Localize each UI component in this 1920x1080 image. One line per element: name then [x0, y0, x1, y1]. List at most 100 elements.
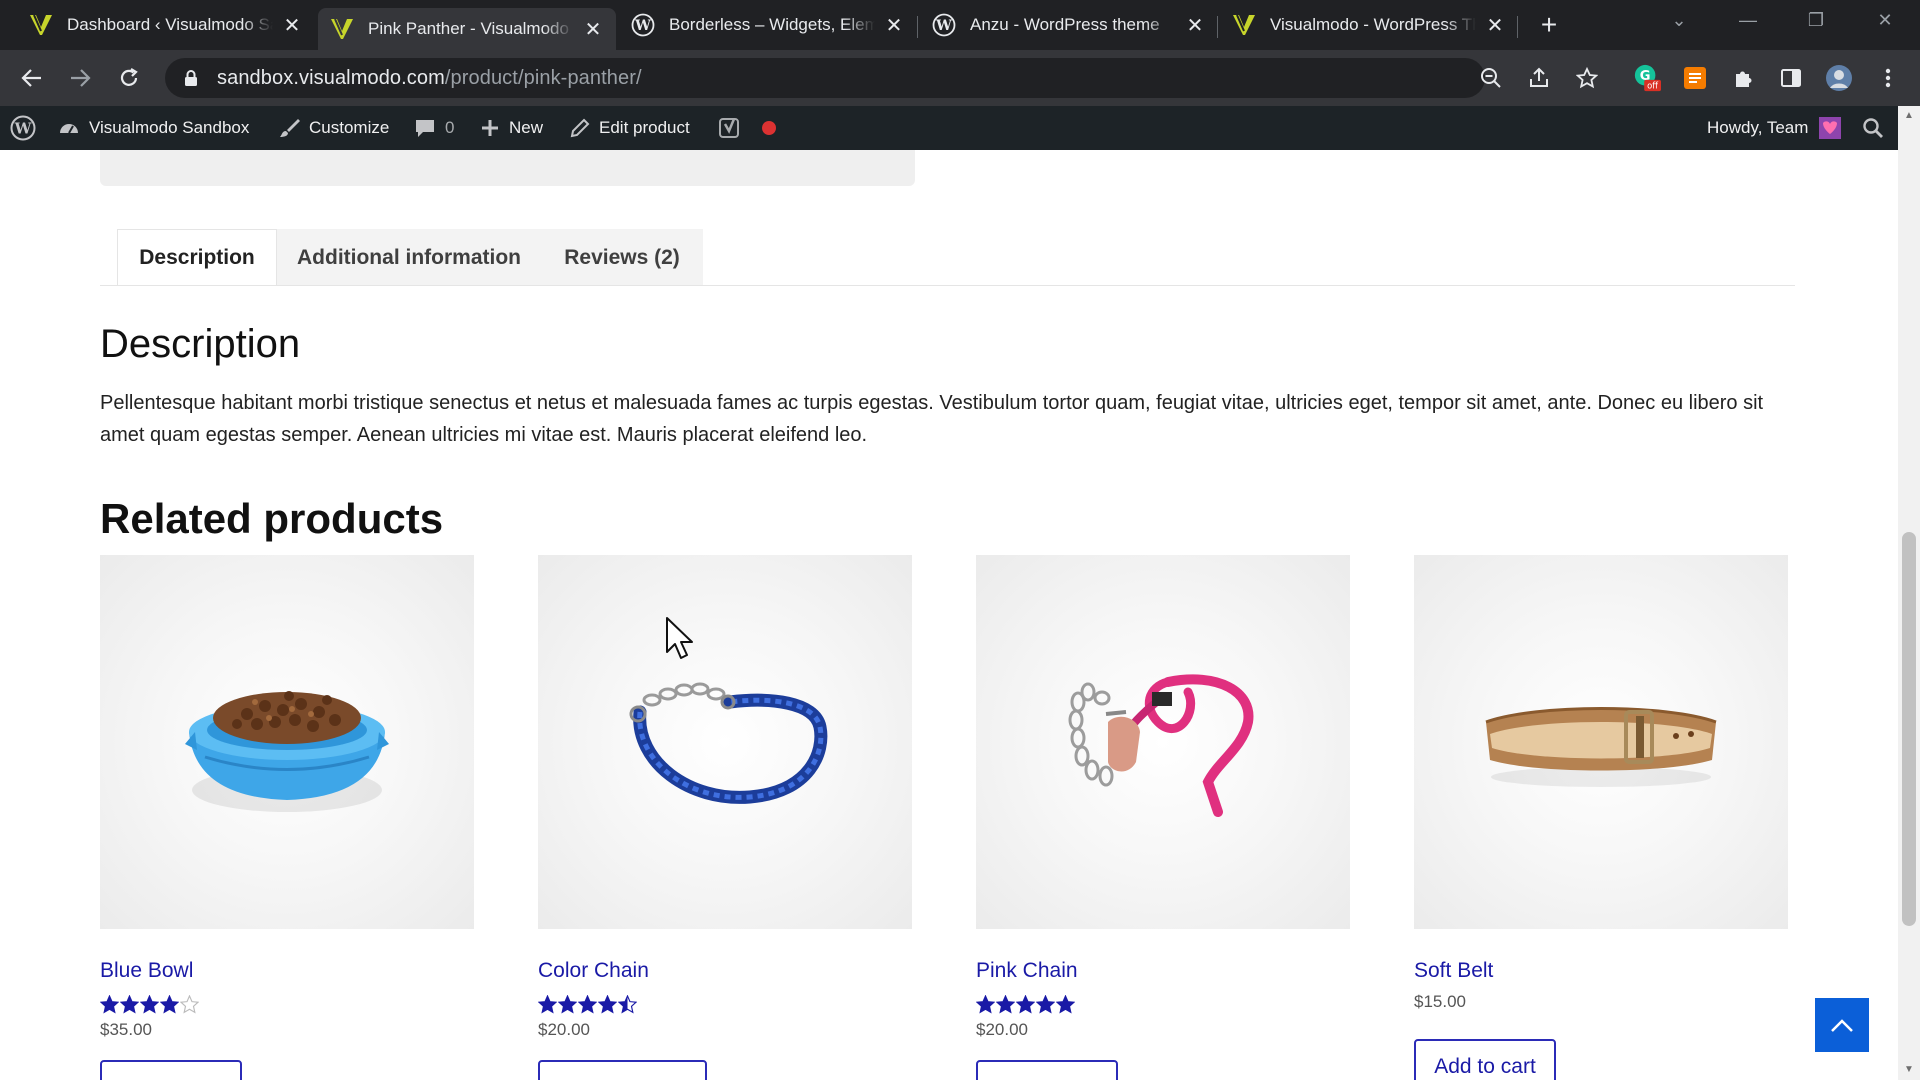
- svg-text:W: W: [14, 120, 33, 138]
- scroll-to-top-button[interactable]: [1815, 998, 1869, 1052]
- browser-tab-pink-panther[interactable]: Pink Panther - Visualmodo Sandbox ✕: [318, 8, 616, 50]
- profile-avatar[interactable]: [1825, 64, 1853, 92]
- close-icon[interactable]: ✕: [582, 18, 604, 41]
- browser-menu-icon[interactable]: [1874, 64, 1902, 92]
- product-price: $20.00: [976, 1020, 1028, 1039]
- product-image-blue-bowl[interactable]: [100, 555, 474, 929]
- close-icon[interactable]: ✕: [883, 14, 905, 37]
- product-price: $35.00: [100, 1020, 152, 1039]
- product-image-pink-chain[interactable]: [976, 555, 1350, 929]
- tab-description[interactable]: Description: [117, 229, 277, 286]
- comments-link[interactable]: 0: [414, 106, 454, 150]
- product-image-soft-belt[interactable]: [1414, 555, 1788, 929]
- star-icon: [996, 995, 1015, 1014]
- seo-status-dot-icon: [762, 121, 776, 135]
- site-name-menu[interactable]: Visualmodo Sandbox: [58, 106, 249, 150]
- share-icon[interactable]: [1525, 64, 1553, 92]
- close-window-icon[interactable]: ✕: [1870, 10, 1900, 31]
- star-icon: [160, 995, 179, 1014]
- star-icon: [120, 995, 139, 1014]
- close-icon[interactable]: ✕: [1484, 14, 1506, 37]
- grammarly-extension-icon[interactable]: Goff: [1633, 64, 1661, 92]
- browser-tab-bar: Dashboard ‹ Visualmodo Sandbox ✕ Pink Pa…: [0, 0, 1920, 50]
- comments-count: 0: [445, 118, 455, 137]
- customize-link[interactable]: Customize: [278, 106, 389, 150]
- comment-bubble-icon: [416, 120, 434, 137]
- add-to-cart-button[interactable]: [538, 1060, 707, 1080]
- forward-button[interactable]: [63, 61, 97, 95]
- add-to-cart-button[interactable]: [976, 1060, 1118, 1080]
- orange-extension-icon[interactable]: [1681, 64, 1709, 92]
- star-icon: [1056, 995, 1075, 1014]
- close-icon[interactable]: ✕: [1184, 14, 1206, 37]
- side-panel-icon[interactable]: [1777, 64, 1805, 92]
- site-name-label: Visualmodo Sandbox: [89, 118, 250, 137]
- product-gallery-bottom: [100, 150, 915, 186]
- svg-text:off: off: [1647, 80, 1658, 90]
- star-icon: [538, 995, 557, 1014]
- scrollbar-thumb[interactable]: [1902, 532, 1916, 926]
- star-rating: [100, 995, 200, 1017]
- tab-reviews[interactable]: Reviews (2): [541, 229, 703, 286]
- product-name-soft-belt[interactable]: Soft Belt: [1414, 959, 1493, 983]
- wordpress-icon: W: [10, 115, 36, 141]
- plus-icon: [482, 120, 498, 136]
- add-to-cart-button[interactable]: Add to cart: [1414, 1039, 1556, 1080]
- scroll-down-arrow-icon[interactable]: ▼: [1903, 1064, 1915, 1076]
- new-content-menu[interactable]: New: [480, 106, 543, 150]
- pink-chain-image: [1068, 674, 1254, 817]
- restore-icon[interactable]: ❐: [1801, 10, 1831, 31]
- description-heading: Description: [100, 322, 301, 366]
- product-card-color-chain: Color Chain $20.00: [538, 555, 912, 1080]
- page-content: Description Additional information Revie…: [0, 150, 1898, 1080]
- page-scrollbar[interactable]: ▲ ▼: [1898, 106, 1920, 1080]
- lock-icon[interactable]: [181, 68, 201, 88]
- product-card-soft-belt: Soft Belt $15.00 Add to cart: [1414, 555, 1788, 1080]
- soft-belt-image: [1485, 707, 1717, 787]
- wp-logo-menu[interactable]: W: [10, 106, 45, 150]
- browser-tab-borderless[interactable]: W Borderless – Widgets, Elements ✕: [619, 8, 917, 42]
- back-button[interactable]: [15, 61, 49, 95]
- edit-product-label: Edit product: [599, 118, 690, 137]
- star-icon: [558, 995, 577, 1014]
- tab-search-icon[interactable]: ⌄: [1664, 10, 1694, 31]
- product-name-blue-bowl[interactable]: Blue Bowl: [100, 959, 193, 983]
- tab-additional-information[interactable]: Additional information: [277, 229, 541, 286]
- admin-search-button[interactable]: [1862, 106, 1893, 150]
- scroll-up-arrow-icon[interactable]: ▲: [1903, 110, 1915, 122]
- new-tab-button[interactable]: +: [1533, 10, 1565, 42]
- reload-icon: [120, 68, 138, 86]
- tab-title: Anzu - WordPress theme: [970, 15, 1160, 34]
- star-icon: [1016, 995, 1035, 1014]
- visualmodo-icon: [330, 17, 354, 41]
- product-image-color-chain[interactable]: [538, 555, 912, 929]
- forward-arrow-icon: [71, 69, 91, 87]
- star-icon: [1036, 995, 1055, 1014]
- browser-tab-dashboard[interactable]: Dashboard ‹ Visualmodo Sandbox ✕: [17, 8, 315, 42]
- mouse-cursor-icon: [666, 617, 693, 659]
- customize-label: Customize: [309, 118, 390, 137]
- edit-product-link[interactable]: Edit product: [570, 106, 690, 150]
- browser-toolbar: sandbox.visualmodo.com/product/pink-pant…: [0, 50, 1920, 106]
- close-icon[interactable]: ✕: [281, 14, 303, 37]
- my-account-menu[interactable]: Howdy, Team: [1707, 106, 1842, 150]
- add-to-cart-button[interactable]: [100, 1060, 242, 1080]
- product-name-color-chain[interactable]: Color Chain: [538, 959, 649, 983]
- browser-tab-anzu[interactable]: W Anzu - WordPress theme ✕: [920, 8, 1218, 42]
- reload-button[interactable]: [112, 61, 146, 95]
- zoom-icon[interactable]: [1477, 64, 1505, 92]
- product-card-pink-chain: Pink Chain $20.00: [976, 555, 1350, 1080]
- extensions-puzzle-icon[interactable]: [1729, 64, 1757, 92]
- tab-title: Dashboard ‹ Visualmodo Sandbox: [67, 15, 273, 34]
- bookmark-star-icon[interactable]: [1573, 64, 1601, 92]
- paintbrush-icon: [280, 119, 300, 137]
- minimize-icon[interactable]: —: [1733, 10, 1763, 31]
- color-chain-image: [629, 682, 828, 804]
- star-icon: [976, 995, 995, 1014]
- description-text: Pellentesque habitant morbi tristique se…: [100, 392, 1764, 446]
- address-bar[interactable]: sandbox.visualmodo.com/product/pink-pant…: [165, 58, 1485, 98]
- browser-tab-visualmodo[interactable]: Visualmodo - WordPress Themes ✕: [1220, 8, 1518, 42]
- yoast-seo-menu[interactable]: [718, 106, 786, 150]
- related-products-heading: Related products: [100, 495, 444, 542]
- product-name-pink-chain[interactable]: Pink Chain: [976, 959, 1078, 983]
